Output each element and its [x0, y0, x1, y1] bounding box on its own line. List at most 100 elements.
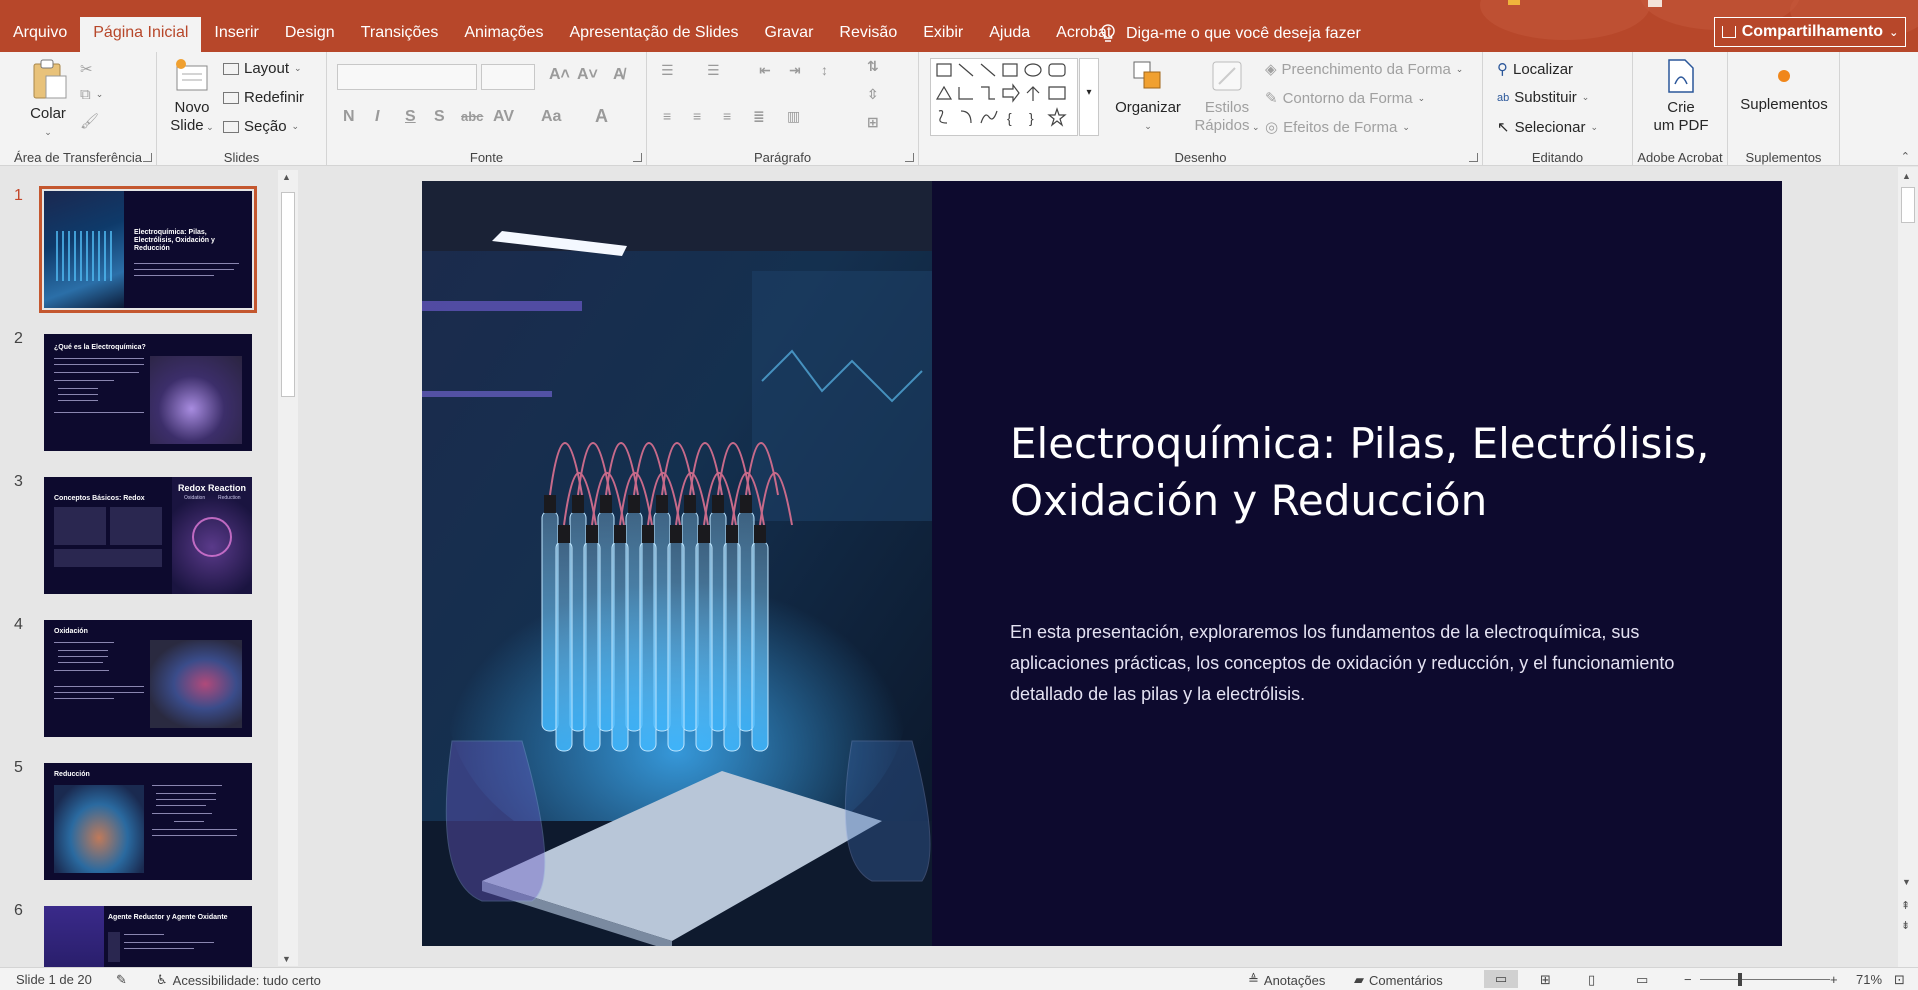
slide-thumbnail-1[interactable]: Electroquímica: Pilas, Electrólisis, Oxi…: [39, 186, 257, 313]
share-button[interactable]: Compartilhamento ⌄: [1714, 17, 1906, 47]
tab-apresentacao[interactable]: Apresentação de Slides: [557, 17, 752, 52]
arrange-button[interactable]: Organizar ⌄: [1109, 58, 1187, 135]
find-button[interactable]: ⚲ Localizar: [1497, 60, 1573, 79]
zoom-level[interactable]: 71%: [1856, 972, 1882, 987]
justify-icon[interactable]: ≣: [753, 108, 765, 125]
normal-view-button[interactable]: ▭: [1484, 970, 1518, 988]
new-slide-button[interactable]: Novo Slide ⌄: [167, 58, 217, 136]
align-left-icon[interactable]: ≡: [663, 108, 671, 124]
copy-button[interactable]: ⧉ ⌄: [80, 86, 103, 103]
fit-to-window-icon[interactable]: ⊡: [1894, 972, 1905, 988]
slide-thumbnail-2[interactable]: ¿Qué es la Electroquímica?: [44, 334, 252, 451]
zoom-slider[interactable]: [1700, 979, 1830, 980]
change-case-button[interactable]: Aa: [541, 108, 561, 126]
bold-button[interactable]: N: [343, 108, 355, 126]
scroll-down-icon[interactable]: ▼: [1902, 877, 1911, 887]
section-button[interactable]: Seção ⌄: [223, 118, 299, 135]
slide-thumbnail-3[interactable]: Conceptos Básicos: Redox Redox Reaction …: [44, 477, 252, 594]
collapse-ribbon-icon[interactable]: ⌃: [1901, 150, 1910, 163]
format-painter-button[interactable]: 🖌: [80, 112, 99, 130]
slide-thumbnail-4[interactable]: Oxidación: [44, 620, 252, 737]
thumbnail-scrollbar[interactable]: ▲ ▼: [278, 170, 298, 966]
slideshow-button[interactable]: ▭: [1636, 972, 1648, 988]
reading-view-button[interactable]: ▯: [1588, 972, 1595, 988]
tab-gravar[interactable]: Gravar: [752, 17, 827, 52]
tab-animacoes[interactable]: Animações: [451, 17, 556, 52]
decrease-indent-icon[interactable]: ⇤: [759, 62, 771, 79]
slide-scrollbar[interactable]: ▲ ▼ ⇞ ⇟: [1898, 167, 1918, 967]
slide-body-text[interactable]: En esta presentación, exploraremos los f…: [1010, 617, 1710, 710]
line-spacing-icon[interactable]: ↕: [821, 62, 828, 78]
tab-revisao[interactable]: Revisão: [826, 17, 910, 52]
shapes-gallery[interactable]: {}: [930, 58, 1078, 136]
layout-button[interactable]: Layout ⌄: [223, 60, 302, 77]
replace-button[interactable]: ab Substituir ⌄: [1497, 89, 1589, 106]
dialog-launcher[interactable]: [633, 153, 642, 162]
notes-button[interactable]: ≜ Anotações: [1248, 972, 1325, 988]
addins-icon: [1778, 70, 1790, 82]
addins-button[interactable]: Suplementos: [1734, 58, 1834, 114]
zoom-out-button[interactable]: −: [1684, 972, 1692, 987]
shapes-more-button[interactable]: ▾: [1079, 58, 1099, 136]
scroll-down-icon[interactable]: ▼: [282, 954, 291, 964]
dialog-launcher[interactable]: [905, 153, 914, 162]
paste-button[interactable]: Colar ⌄: [22, 58, 74, 141]
tab-arquivo[interactable]: Arquivo: [0, 17, 80, 52]
text-direction-icon[interactable]: ⇅: [867, 58, 879, 75]
dialog-launcher[interactable]: [1469, 153, 1478, 162]
tab-exibir[interactable]: Exibir: [910, 17, 976, 52]
create-pdf-button[interactable]: Crie um PDF: [1643, 58, 1719, 135]
select-button[interactable]: ↖ Selecionar ⌄: [1497, 118, 1598, 137]
spelling-icon[interactable]: ✎: [116, 972, 127, 988]
shape-outline-button[interactable]: ✎ Contorno da Forma ⌄: [1265, 89, 1425, 108]
tab-pagina-inicial[interactable]: Página Inicial: [80, 17, 202, 52]
bullets-icon[interactable]: ☰: [661, 62, 674, 79]
shrink-font-icon[interactable]: A˅: [577, 66, 598, 84]
font-color-button[interactable]: A: [595, 106, 608, 127]
tab-inserir[interactable]: Inserir: [201, 17, 271, 52]
previous-slide-icon[interactable]: ⇞: [1901, 899, 1910, 912]
font-name-box[interactable]: [337, 64, 477, 90]
shadow-button[interactable]: S: [434, 108, 445, 126]
scroll-up-icon[interactable]: ▲: [282, 172, 291, 182]
tab-transicoes[interactable]: Transições: [348, 17, 452, 52]
grow-font-icon[interactable]: A˄: [549, 66, 570, 84]
dialog-launcher[interactable]: [143, 153, 152, 162]
scroll-thumb[interactable]: [281, 192, 295, 397]
font-size-box[interactable]: [481, 64, 535, 90]
columns-icon[interactable]: ▥: [787, 108, 800, 125]
tell-me-search[interactable]: Diga-me o que você deseja fazer: [1100, 24, 1361, 44]
tab-ajuda[interactable]: Ajuda: [976, 17, 1043, 52]
scroll-up-icon[interactable]: ▲: [1902, 171, 1911, 181]
shape-fill-button[interactable]: ◈ Preenchimento da Forma ⌄: [1265, 60, 1463, 79]
increase-indent-icon[interactable]: ⇥: [789, 62, 801, 79]
slide-thumbnail-6[interactable]: Agente Reductor y Agente Oxidante: [44, 906, 252, 967]
char-spacing-button[interactable]: AV: [493, 108, 514, 126]
italic-button[interactable]: I: [375, 108, 379, 126]
accessibility-status[interactable]: ♿ Acessibilidade: tudo certo: [156, 972, 321, 988]
reset-button[interactable]: Redefinir: [223, 89, 304, 106]
quick-styles-button[interactable]: Estilos Rápidos ⌄: [1187, 58, 1267, 136]
align-right-icon[interactable]: ≡: [723, 108, 731, 124]
slide-thumbnail-5[interactable]: Reducción: [44, 763, 252, 880]
current-slide[interactable]: Electroquímica: Pilas, Electrólisis, Oxi…: [422, 181, 1782, 946]
zoom-slider-thumb[interactable]: [1738, 973, 1742, 986]
slide-sorter-button[interactable]: ⊞: [1540, 972, 1551, 988]
zoom-in-button[interactable]: +: [1830, 972, 1838, 987]
align-text-icon[interactable]: ⇳: [867, 86, 879, 103]
strikethrough-button[interactable]: abc: [461, 109, 483, 124]
align-center-icon[interactable]: ≡: [693, 108, 701, 124]
smartart-icon[interactable]: ⊞: [867, 114, 879, 131]
clear-format-icon[interactable]: A̸: [613, 66, 625, 84]
scroll-thumb[interactable]: [1901, 187, 1915, 223]
shape-effects-button[interactable]: ◎ Efeitos de Forma ⌄: [1265, 118, 1410, 137]
tab-design[interactable]: Design: [272, 17, 348, 52]
underline-button[interactable]: S: [405, 108, 416, 126]
numbering-icon[interactable]: ☰: [707, 62, 720, 79]
cut-button[interactable]: ✂: [80, 60, 93, 78]
comments-button[interactable]: ▰ Comentários: [1354, 972, 1443, 988]
slide-title[interactable]: Electroquímica: Pilas, Electrólisis, Oxi…: [1010, 415, 1730, 529]
thumb-number: 3: [14, 473, 23, 490]
next-slide-icon[interactable]: ⇟: [1901, 919, 1910, 932]
slide-image-lab-electrodes[interactable]: [422, 181, 932, 946]
